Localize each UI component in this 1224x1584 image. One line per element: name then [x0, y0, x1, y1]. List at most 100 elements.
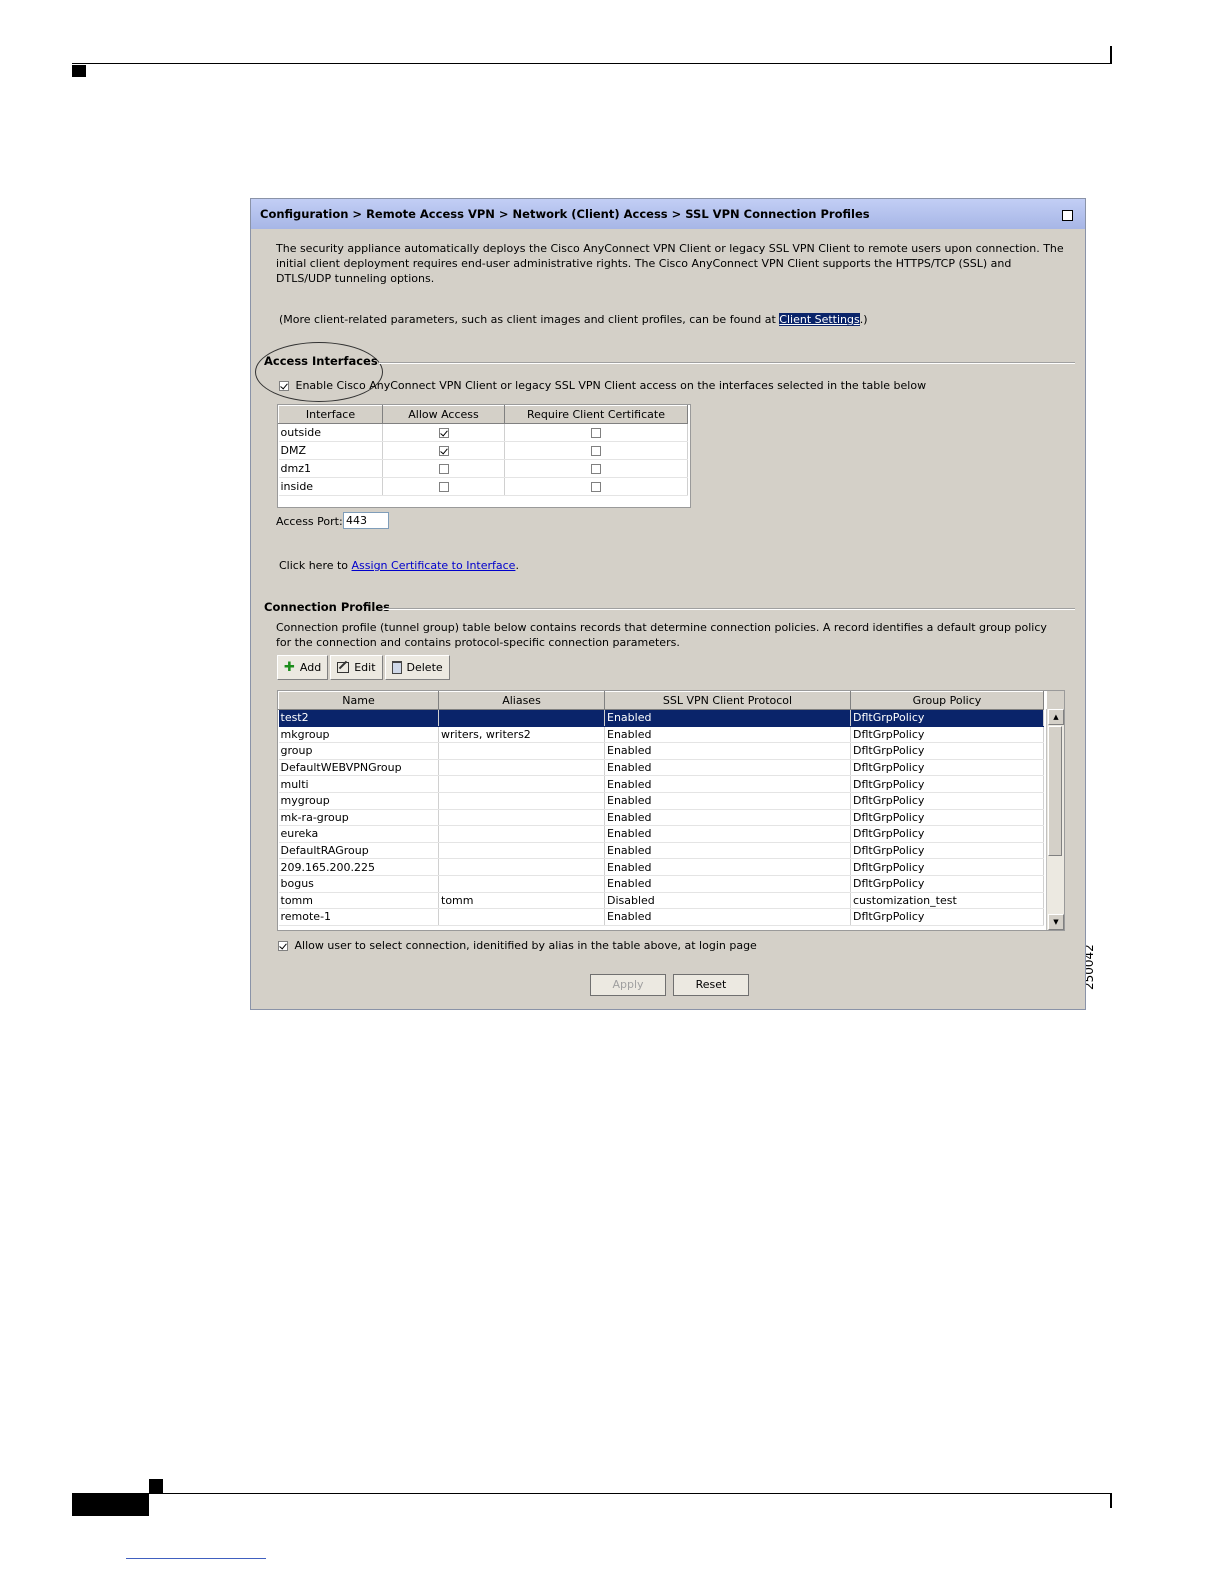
interface-row[interactable]: inside	[278, 477, 688, 496]
allow-select-row: Allow user to select connection, ideniti…	[278, 939, 757, 952]
more-params-prefix: (More client-related parameters, such as…	[279, 313, 780, 326]
connection-profiles-description: Connection profile (tunnel group) table …	[276, 621, 1047, 649]
profile-row[interactable]: eureka Enabled DfltGrpPolicy	[278, 825, 1044, 843]
client-settings-link[interactable]: Client Settings	[779, 313, 860, 326]
col-require-cert[interactable]: Require Client Certificate	[504, 405, 688, 424]
profile-name: mk-ra-group	[278, 809, 439, 827]
reset-button[interactable]: Reset	[673, 974, 749, 996]
assign-certificate-link[interactable]: Assign Certificate to Interface	[352, 559, 516, 572]
apply-button[interactable]: Apply	[590, 974, 666, 996]
maximize-icon[interactable]	[1062, 210, 1073, 221]
col-name[interactable]: Name	[278, 691, 439, 710]
require-cert-cell	[504, 477, 688, 496]
scroll-down-icon[interactable]: ▼	[1048, 914, 1064, 930]
profile-row[interactable]: remote-1 Enabled DfltGrpPolicy	[278, 908, 1044, 926]
profile-row[interactable]: multi Enabled DfltGrpPolicy	[278, 775, 1044, 793]
scroll-up-icon[interactable]: ▲	[1048, 709, 1064, 725]
header-rule	[72, 63, 1112, 64]
col-interface[interactable]: Interface	[278, 405, 383, 424]
scroll-thumb[interactable]	[1048, 726, 1062, 856]
profile-aliases: tomm	[438, 892, 605, 910]
profile-row[interactable]: DefaultWEBVPNGroup Enabled DfltGrpPolicy	[278, 759, 1044, 777]
allow-access-checkbox[interactable]	[438, 464, 449, 474]
enable-access-checkbox[interactable]	[279, 381, 289, 391]
trash-icon	[391, 661, 402, 674]
profile-name: tomm	[278, 892, 439, 910]
profile-group-policy: DfltGrpPolicy	[850, 775, 1044, 793]
profile-row[interactable]: mk-ra-group Enabled DfltGrpPolicy	[278, 809, 1044, 827]
profile-name: DefaultRAGroup	[278, 842, 439, 860]
profile-protocol: Disabled	[604, 892, 851, 910]
profile-aliases	[438, 858, 605, 876]
highlight-oval	[255, 342, 383, 402]
profile-group-policy: DfltGrpPolicy	[850, 825, 1044, 843]
profile-aliases	[438, 759, 605, 777]
footer-link-underline	[126, 1558, 266, 1559]
profile-row[interactable]: test2 Enabled DfltGrpPolicy	[278, 709, 1044, 727]
profile-name: remote-1	[278, 908, 439, 926]
add-button[interactable]: ✚ Add	[277, 655, 329, 680]
allow-access-checkbox[interactable]	[438, 428, 449, 438]
profile-row[interactable]: DefaultRAGroup Enabled DfltGrpPolicy	[278, 842, 1044, 860]
ssl-vpn-connection-profiles-panel: Configuration > Remote Access VPN > Netw…	[250, 198, 1086, 1010]
profile-row[interactable]: bogus Enabled DfltGrpPolicy	[278, 875, 1044, 893]
profile-name: bogus	[278, 875, 439, 893]
profile-aliases	[438, 809, 605, 827]
access-interfaces-title: Access Interfaces	[264, 354, 378, 368]
allow-access-checkbox[interactable]	[438, 446, 449, 456]
col-allow-access[interactable]: Allow Access	[382, 405, 505, 424]
panel-titlebar: Configuration > Remote Access VPN > Netw…	[251, 199, 1085, 229]
require-cert-checkbox[interactable]	[591, 446, 601, 456]
profile-group-policy: DfltGrpPolicy	[850, 875, 1044, 893]
col-aliases[interactable]: Aliases	[438, 691, 605, 710]
enable-access-label: Enable Cisco AnyConnect VPN Client or le…	[295, 379, 927, 392]
profile-protocol: Enabled	[604, 858, 851, 876]
profile-name: test2	[278, 709, 439, 727]
profile-row[interactable]: tomm tomm Disabled customization_test	[278, 892, 1044, 910]
access-port-label: Access Port:	[276, 515, 343, 528]
profile-protocol: Enabled	[604, 875, 851, 893]
profile-name: group	[278, 742, 439, 760]
interface-name: DMZ	[278, 441, 383, 460]
interface-row[interactable]: outside	[278, 423, 688, 442]
profile-aliases	[438, 842, 605, 860]
footer-block	[72, 1494, 149, 1516]
allow-access-cell	[382, 477, 505, 496]
interface-row[interactable]: dmz1	[278, 459, 688, 478]
table-scrollbar[interactable]: ▲ ▼	[1046, 709, 1064, 930]
profile-aliases	[438, 775, 605, 793]
col-group-policy[interactable]: Group Policy	[850, 691, 1044, 710]
interface-row[interactable]: DMZ	[278, 441, 688, 460]
profile-aliases	[438, 875, 605, 893]
delete-button[interactable]: Delete	[384, 655, 450, 680]
access-interfaces-rule	[379, 362, 1075, 364]
profile-row[interactable]: mkgroup writers, writers2 Enabled DfltGrpPo…	[278, 726, 1044, 744]
allow-access-checkbox[interactable]	[438, 482, 449, 492]
profile-protocol: Enabled	[604, 742, 851, 760]
col-ssl-protocol[interactable]: SSL VPN Client Protocol	[604, 691, 851, 710]
profile-group-policy: DfltGrpPolicy	[850, 842, 1044, 860]
profiles-toolbar: ✚ Add Edit Delete	[277, 655, 450, 680]
profile-row[interactable]: 209.165.200.225 Enabled DfltGrpPolicy	[278, 858, 1044, 876]
access-port-input[interactable]: 443	[343, 512, 389, 529]
profile-protocol: Enabled	[604, 842, 851, 860]
profile-protocol: Enabled	[604, 809, 851, 827]
require-cert-checkbox[interactable]	[591, 428, 601, 438]
allow-select-checkbox[interactable]	[278, 941, 288, 951]
interface-name: dmz1	[278, 459, 383, 478]
profile-group-policy: DfltGrpPolicy	[850, 742, 1044, 760]
profile-protocol: Enabled	[604, 775, 851, 793]
require-cert-checkbox[interactable]	[591, 464, 601, 474]
interface-name: outside	[278, 423, 383, 442]
add-icon: ✚	[284, 660, 295, 675]
profile-name: 209.165.200.225	[278, 858, 439, 876]
profile-protocol: Enabled	[604, 709, 851, 727]
profile-name: eureka	[278, 825, 439, 843]
interfaces-table: Interface Allow Access Require Client Ce…	[277, 404, 691, 508]
edit-button[interactable]: Edit	[330, 655, 383, 680]
require-cert-checkbox[interactable]	[591, 482, 601, 492]
profile-row[interactable]: group Enabled DfltGrpPolicy	[278, 742, 1044, 760]
profile-row[interactable]: mygroup Enabled DfltGrpPolicy	[278, 792, 1044, 810]
connection-profiles-title: Connection Profiles	[264, 600, 390, 614]
assign-cert-suffix: .	[515, 559, 519, 572]
